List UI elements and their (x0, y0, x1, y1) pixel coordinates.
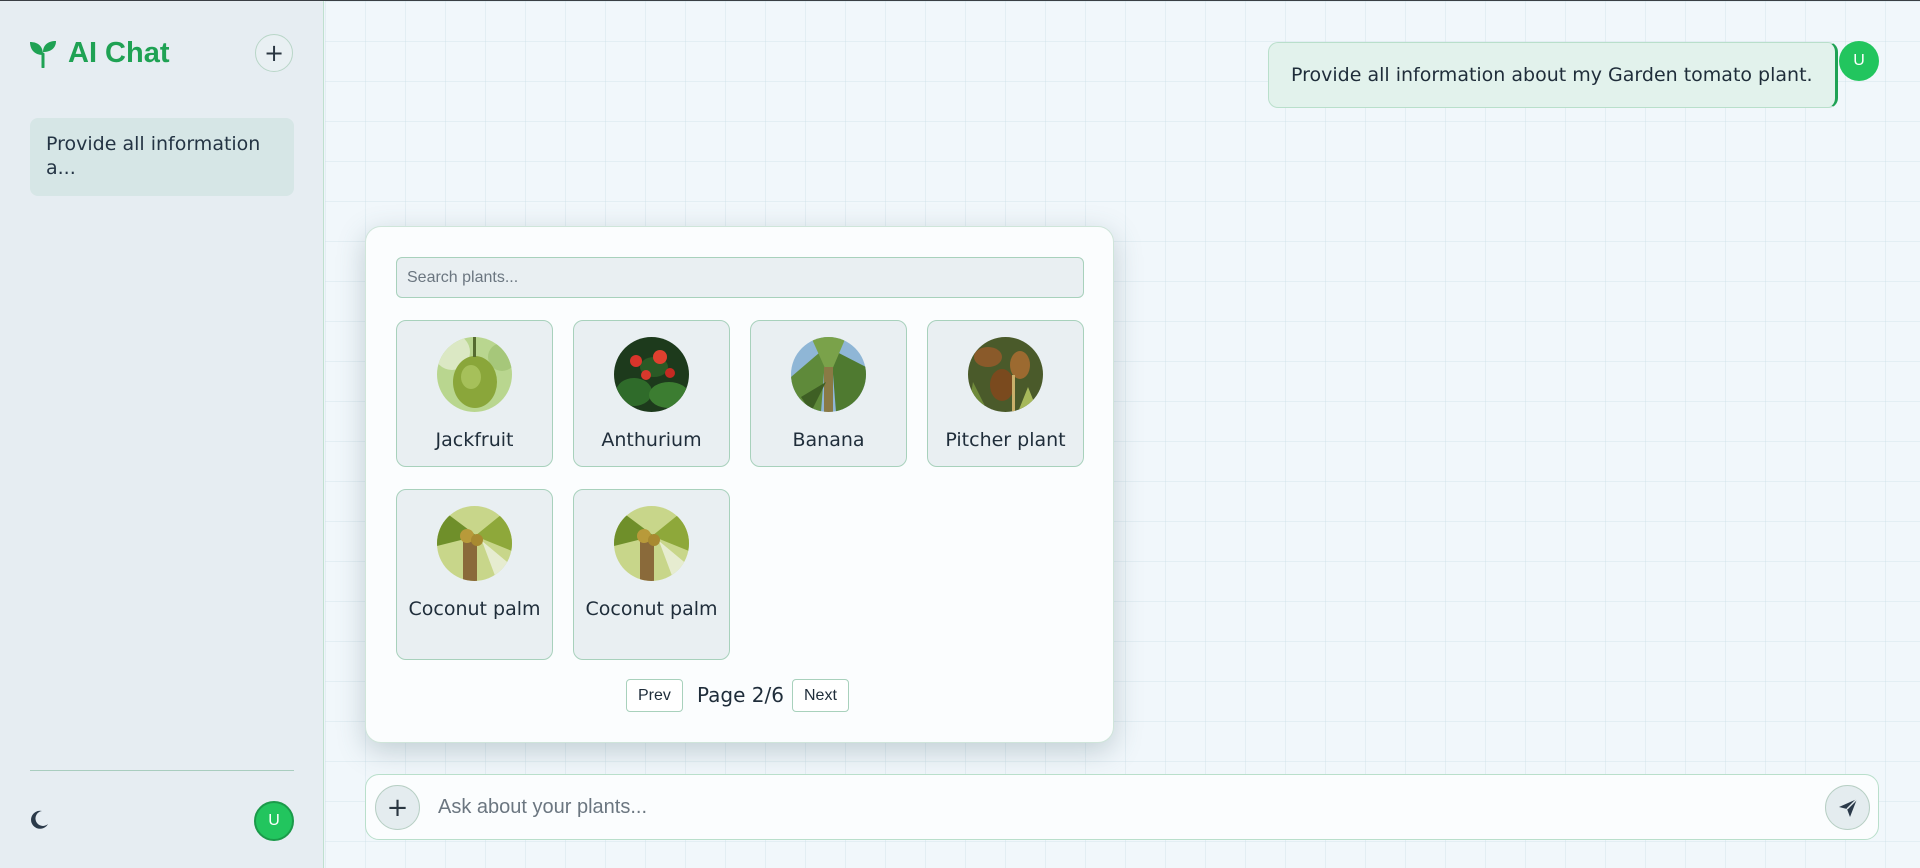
plant-name: Coconut palm (408, 598, 541, 620)
plant-card-banana[interactable]: Banana (750, 320, 907, 467)
plant-card-anthurium[interactable]: Anthurium (573, 320, 730, 467)
plant-card-pitcher-plant[interactable]: Pitcher plant (927, 320, 1084, 467)
chat-main: Provide all information about my Garden … (325, 1, 1920, 868)
attach-button[interactable]: + (375, 785, 420, 830)
plant-name: Coconut palm (585, 598, 718, 620)
jackfruit-photo (437, 337, 512, 412)
plant-card-jackfruit[interactable]: Jackfruit (396, 320, 553, 467)
coconut-palm-photo (614, 506, 689, 581)
coconut-palm-photo (437, 506, 512, 581)
plant-name: Jackfruit (435, 429, 514, 451)
plus-icon: + (263, 39, 285, 67)
page-indicator: Page 2/6 (697, 683, 784, 707)
sidebar: AI Chat + Provide all information a... U (0, 1, 324, 868)
plant-name: Banana (792, 429, 865, 451)
plant-picker: Jackfruit Anthurium (365, 226, 1114, 743)
sidebar-divider (30, 770, 294, 771)
message-input[interactable] (438, 787, 1778, 827)
plant-search-input[interactable] (396, 257, 1084, 298)
prev-page-button[interactable]: Prev (626, 679, 683, 712)
plant-name: Pitcher plant (945, 429, 1066, 451)
paper-plane-icon (1838, 797, 1858, 817)
send-button[interactable] (1825, 785, 1870, 830)
plant-card-coconut-palm[interactable]: Coconut palm (573, 489, 730, 660)
pitcher-plant-photo (968, 337, 1043, 412)
user-message-text: Provide all information about my Garden … (1291, 64, 1813, 86)
chat-history-item[interactable]: Provide all information a... (30, 118, 294, 196)
message-avatar: U (1839, 41, 1879, 81)
next-page-button[interactable]: Next (792, 679, 849, 712)
new-chat-button[interactable]: + (255, 34, 293, 72)
anthurium-photo (614, 337, 689, 412)
user-message-bubble: Provide all information about my Garden … (1268, 42, 1838, 108)
message-composer: + (365, 774, 1879, 840)
app-title: AI Chat (68, 37, 170, 69)
brand: AI Chat (28, 37, 170, 70)
plus-icon: + (386, 792, 409, 823)
plant-card-coconut-palm[interactable]: Coconut palm (396, 489, 553, 660)
sprout-icon (30, 40, 56, 68)
moon-icon[interactable] (28, 809, 50, 831)
user-avatar[interactable]: U (254, 801, 294, 841)
banana-photo (791, 337, 866, 412)
plant-name: Anthurium (601, 429, 702, 451)
